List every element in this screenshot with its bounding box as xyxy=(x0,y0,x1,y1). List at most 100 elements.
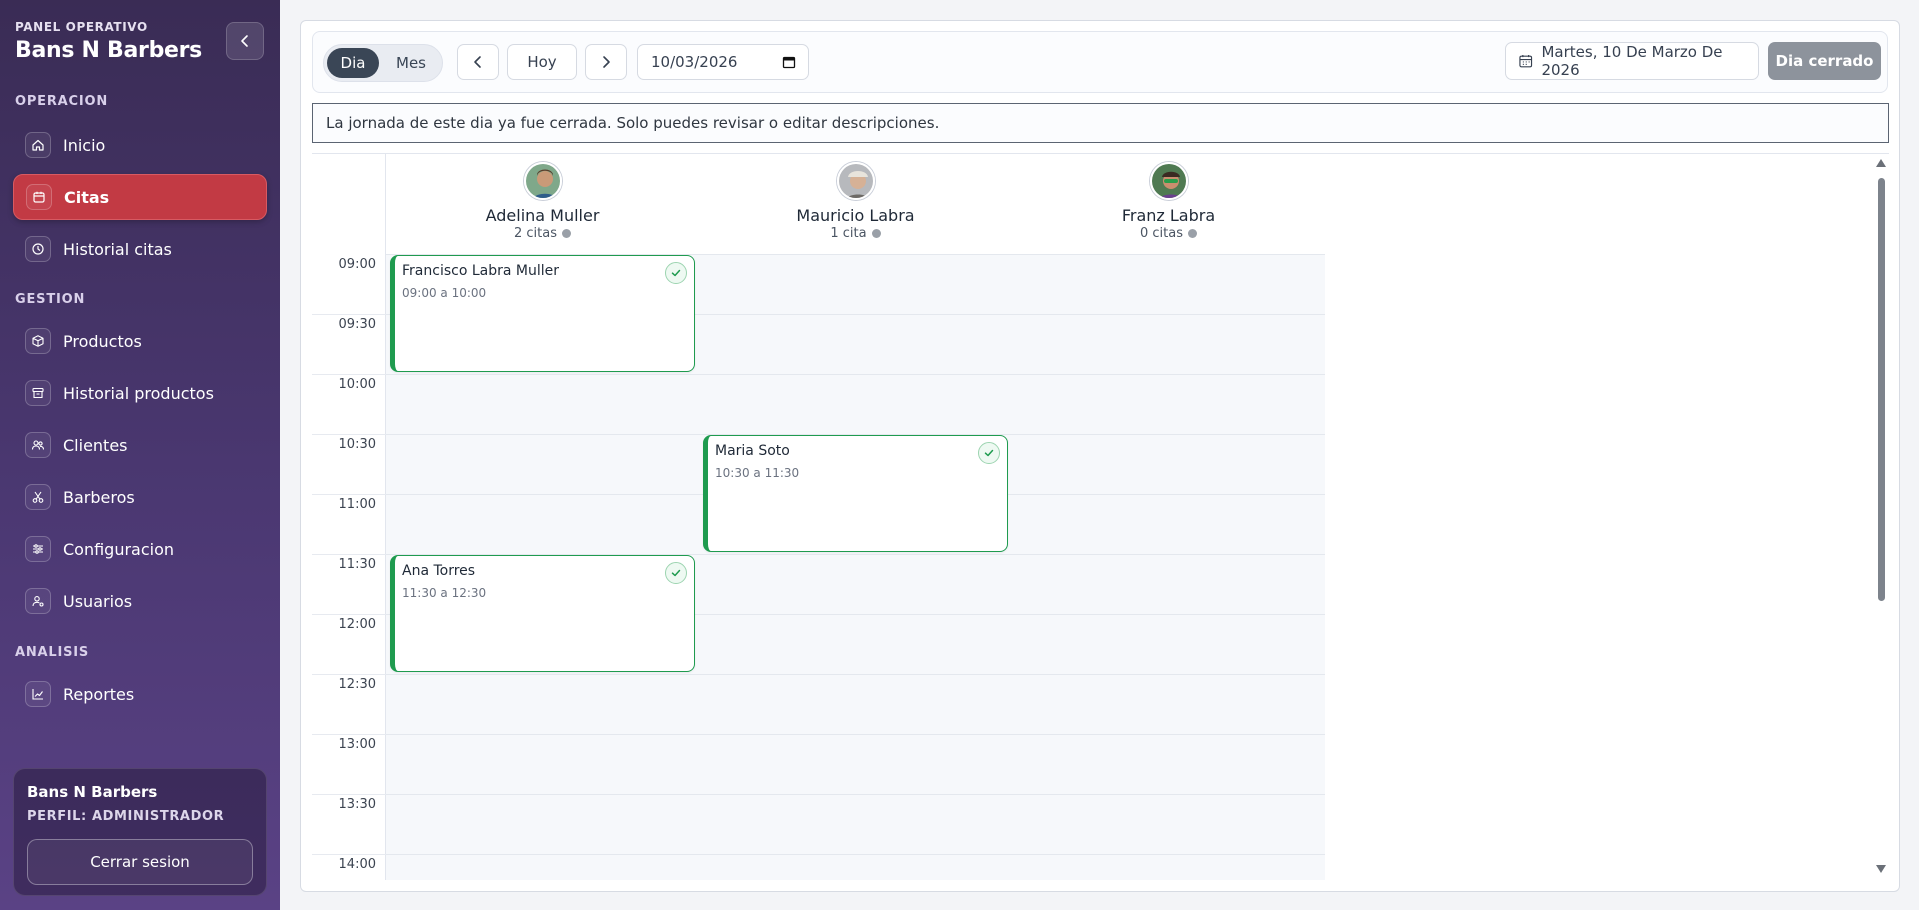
sidebar-item-historial-citas[interactable]: Historial citas xyxy=(13,226,267,272)
check-icon xyxy=(665,562,687,584)
appointment-client: Ana Torres xyxy=(402,563,476,579)
day-closed-badge: Dia cerrado xyxy=(1768,42,1881,80)
today-button[interactable]: Hoy xyxy=(507,44,577,80)
main-panel: Dia Mes Hoy 10/03/2026 Martes, 10 De Mar… xyxy=(300,20,1900,892)
time-slot[interactable] xyxy=(699,254,1012,314)
calendar-picker-icon[interactable] xyxy=(782,55,796,69)
time-slot[interactable] xyxy=(699,854,1012,880)
time-divider xyxy=(312,554,386,555)
date-input[interactable]: 10/03/2026 xyxy=(637,44,809,80)
time-divider xyxy=(312,374,386,375)
time-slot[interactable] xyxy=(1012,554,1325,614)
time-slot[interactable] xyxy=(386,854,699,880)
chevron-left-icon xyxy=(474,56,481,68)
time-divider xyxy=(312,734,386,735)
time-slot[interactable] xyxy=(386,674,699,734)
sidebar-item-label: Barberos xyxy=(63,487,135,507)
time-slot[interactable] xyxy=(1012,494,1325,554)
appointment-client: Maria Soto xyxy=(715,443,790,459)
sidebar: PANEL OPERATIVO Bans N Barbers OPERACION… xyxy=(0,0,280,910)
scroll-down-arrow-icon[interactable] xyxy=(1876,864,1886,874)
time-slot[interactable] xyxy=(1012,794,1325,854)
sidebar-item-reportes[interactable]: Reportes xyxy=(13,671,267,717)
sidebar-item-productos[interactable]: Productos xyxy=(13,318,267,364)
collapse-sidebar-button[interactable] xyxy=(226,22,264,60)
section-label-gestion: GESTION xyxy=(15,292,86,307)
user-cog-icon xyxy=(25,588,51,614)
view-toggle: Dia Mes xyxy=(323,44,443,82)
archive-icon xyxy=(25,380,51,406)
sidebar-item-citas[interactable]: Citas xyxy=(13,174,267,220)
home-icon xyxy=(25,132,51,158)
time-divider xyxy=(312,854,386,855)
brand-title: Bans N Barbers xyxy=(15,38,202,63)
time-slot[interactable] xyxy=(1012,674,1325,734)
sidebar-item-label: Inicio xyxy=(63,135,106,155)
check-icon xyxy=(978,442,1000,464)
sliders-icon xyxy=(25,536,51,562)
time-label: 12:30 xyxy=(338,677,376,692)
view-day-button[interactable]: Dia xyxy=(327,48,379,78)
time-slot[interactable] xyxy=(386,374,699,434)
time-slot[interactable] xyxy=(699,734,1012,794)
staff-header: Franz Labra 0 citas xyxy=(1012,154,1325,254)
appointment-card[interactable]: Ana Torres 11:30 a 12:30 xyxy=(390,555,695,672)
time-slot[interactable] xyxy=(1012,314,1325,374)
sidebar-item-inicio[interactable]: Inicio xyxy=(13,122,267,168)
time-slot[interactable] xyxy=(699,554,1012,614)
time-slot[interactable] xyxy=(699,374,1012,434)
clock-icon xyxy=(25,236,51,262)
sidebar-item-label: Reportes xyxy=(63,684,135,704)
time-slot[interactable] xyxy=(1012,434,1325,494)
time-slot[interactable] xyxy=(699,674,1012,734)
time-slot[interactable] xyxy=(1012,734,1325,794)
scroll-thumb[interactable] xyxy=(1878,178,1885,601)
chart-icon xyxy=(25,681,51,707)
time-slot[interactable] xyxy=(699,614,1012,674)
sidebar-item-clientes[interactable]: Clientes xyxy=(13,422,267,468)
time-slot[interactable] xyxy=(1012,374,1325,434)
time-slot[interactable] xyxy=(1012,854,1325,880)
appointment-client: Francisco Labra Muller xyxy=(402,263,559,279)
time-slot[interactable] xyxy=(699,314,1012,374)
calendar-icon xyxy=(26,184,52,210)
appointment-time: 10:30 a 11:30 xyxy=(715,466,800,480)
appointment-card[interactable]: Maria Soto 10:30 a 11:30 xyxy=(703,435,1008,552)
time-slot[interactable] xyxy=(699,794,1012,854)
time-slot[interactable] xyxy=(386,794,699,854)
staff-column: Mauricio Labra 1 cita Maria Soto 10:30 a… xyxy=(699,154,1012,880)
calendar-scrollbar[interactable] xyxy=(1875,158,1887,876)
time-label: 10:30 xyxy=(338,437,376,452)
sidebar-item-configuracion[interactable]: Configuracion xyxy=(13,526,267,572)
time-column: 09:00 09:30 10:00 10:30 11:00 11:30 12:0… xyxy=(312,154,386,880)
logout-button[interactable]: Cerrar sesion xyxy=(27,839,253,885)
status-dot xyxy=(1188,229,1197,238)
time-divider xyxy=(312,494,386,495)
time-slot[interactable] xyxy=(1012,254,1325,314)
view-month-button[interactable]: Mes xyxy=(382,48,440,78)
time-slot[interactable] xyxy=(1012,614,1325,674)
time-slot[interactable] xyxy=(386,734,699,794)
time-label: 10:00 xyxy=(338,377,376,392)
sidebar-item-barberos[interactable]: Barberos xyxy=(13,474,267,520)
sidebar-item-historial-productos[interactable]: Historial productos xyxy=(13,370,267,416)
time-slot[interactable] xyxy=(386,494,699,554)
users-icon xyxy=(25,432,51,458)
staff-header: Adelina Muller 2 citas xyxy=(386,154,699,254)
time-divider xyxy=(312,794,386,795)
box-icon xyxy=(25,328,51,354)
avatar xyxy=(524,162,562,200)
sidebar-item-label: Historial productos xyxy=(63,383,214,403)
appointment-card[interactable]: Francisco Labra Muller 09:00 a 10:00 xyxy=(390,255,695,372)
selected-date-label: Martes, 10 De Marzo De 2026 xyxy=(1505,42,1759,80)
sidebar-item-usuarios[interactable]: Usuarios xyxy=(13,578,267,624)
time-label: 09:00 xyxy=(338,257,376,272)
chevron-left-icon xyxy=(241,35,248,47)
next-day-button[interactable] xyxy=(585,44,627,80)
time-label: 13:00 xyxy=(338,737,376,752)
sidebar-item-label: Productos xyxy=(63,331,142,351)
scroll-up-arrow-icon[interactable] xyxy=(1876,158,1886,168)
time-label: 14:00 xyxy=(338,857,376,872)
time-slot[interactable] xyxy=(386,434,699,494)
previous-day-button[interactable] xyxy=(457,44,499,80)
